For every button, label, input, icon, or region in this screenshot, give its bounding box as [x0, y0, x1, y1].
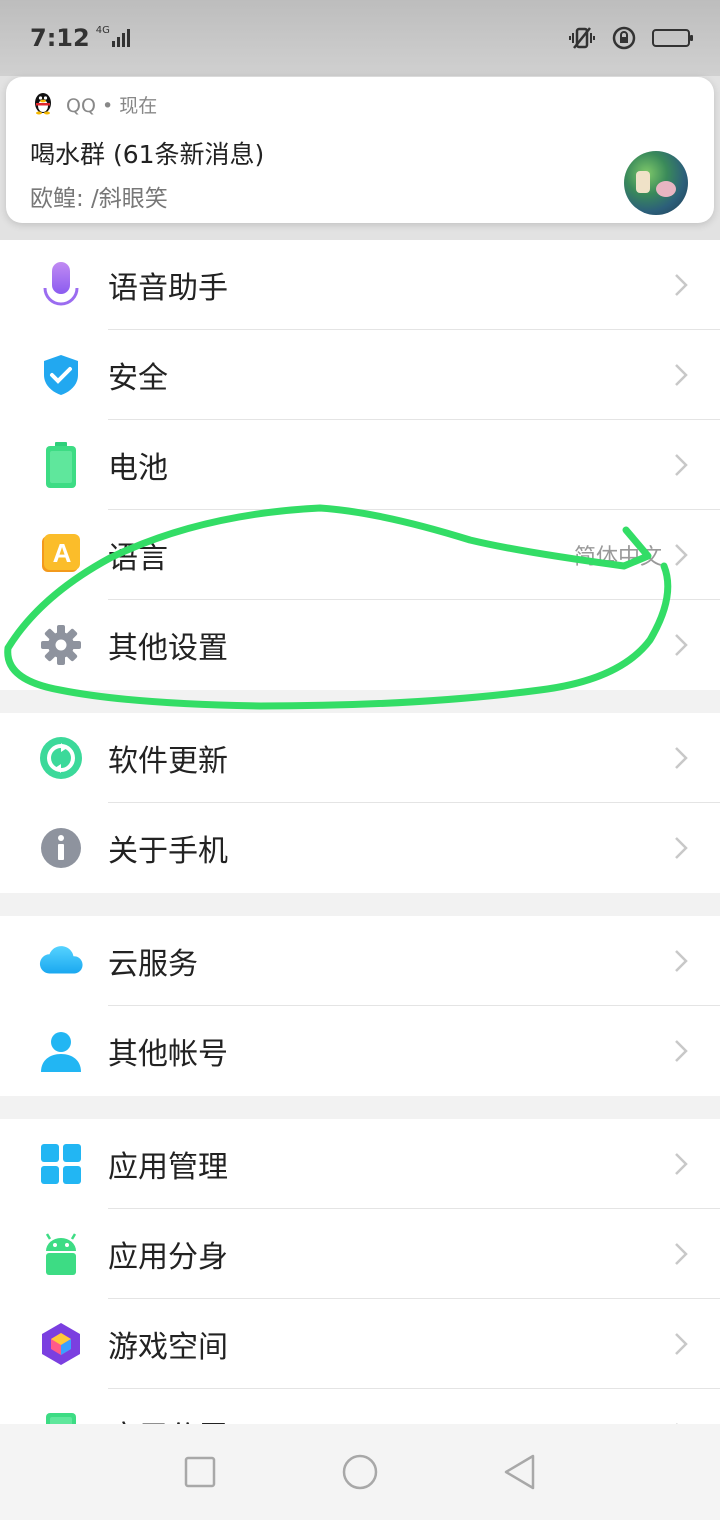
setting-label: 云服务: [108, 947, 198, 982]
settings-group-accounts: 云服务 其他帐号: [0, 916, 720, 1096]
network-type: 4G: [95, 24, 110, 36]
setting-value: 简体中文: [573, 545, 662, 570]
setting-label: 关于手机: [108, 834, 228, 869]
chevron-right-icon: [675, 634, 688, 656]
setting-label: 语言: [108, 541, 168, 576]
setting-label: 语音助手: [108, 271, 228, 306]
setting-about-phone[interactable]: 关于手机: [0, 803, 720, 893]
app-grid-icon: [38, 1141, 84, 1187]
setting-battery[interactable]: 电池: [0, 420, 720, 510]
chevron-right-icon: [675, 274, 688, 296]
language-a-icon: A: [38, 532, 84, 578]
chevron-right-icon: [675, 747, 688, 769]
svg-text:A: A: [53, 538, 72, 568]
game-cube-icon: [38, 1321, 84, 1367]
rotation-lock-icon: [610, 24, 638, 52]
settings-group-system: 语音助手 安全 电池 A 语言 简体中文 其他设置: [0, 240, 720, 690]
setting-app-management[interactable]: 应用管理: [0, 1119, 720, 1209]
notification-avatar: [624, 151, 688, 215]
setting-label: 安全: [108, 361, 168, 396]
battery-green-icon: [38, 442, 84, 488]
gear-icon: [38, 622, 84, 668]
home-circle-icon[interactable]: [338, 1450, 382, 1494]
setting-software-update[interactable]: 软件更新: [0, 713, 720, 803]
setting-label: 软件更新: [108, 744, 228, 779]
update-icon: [38, 735, 84, 781]
chevron-right-icon: [675, 950, 688, 972]
vibrate-icon: [568, 24, 596, 52]
setting-label: 其他帐号: [108, 1037, 228, 1072]
chevron-right-icon: [675, 454, 688, 476]
status-bar: 7:12 4G: [0, 0, 720, 76]
settings-group-apps: 应用管理 应用分身 游戏空间 应用分屏: [0, 1119, 720, 1424]
status-icons: [568, 24, 693, 52]
recents-square-icon[interactable]: [178, 1450, 222, 1494]
chevron-right-icon: [675, 837, 688, 859]
setting-voice-assistant[interactable]: 语音助手: [0, 240, 720, 330]
setting-other-settings[interactable]: 其他设置: [0, 600, 720, 690]
setting-cloud-service[interactable]: 云服务: [0, 916, 720, 1006]
notification-title: 喝水群 (61条新消息): [30, 140, 265, 169]
chevron-right-icon: [675, 1040, 688, 1062]
setting-label: 游戏空间: [108, 1330, 228, 1365]
cloud-icon: [38, 938, 84, 984]
navigation-bar: [0, 1424, 720, 1520]
setting-label: 电池: [108, 451, 168, 486]
battery-icon: [652, 29, 693, 47]
split-screen-icon: [38, 1411, 84, 1424]
notification-body: 欧鳇: /斜眼笑: [30, 186, 168, 212]
person-icon: [38, 1028, 84, 1074]
settings-group-phone: 软件更新 关于手机: [0, 713, 720, 893]
notification-app-name: QQ • 现在: [66, 94, 158, 117]
chevron-right-icon: [675, 1153, 688, 1175]
notification-header: QQ • 现在: [30, 91, 690, 117]
qq-notification[interactable]: QQ • 现在 喝水群 (61条新消息) 欧鳇: /斜眼笑: [6, 77, 714, 223]
setting-label: 应用分身: [108, 1240, 228, 1275]
chevron-right-icon: [675, 364, 688, 386]
signal-icon: [111, 29, 130, 47]
setting-label: 应用管理: [108, 1150, 228, 1185]
setting-game-space[interactable]: 游戏空间: [0, 1299, 720, 1389]
setting-app-clone[interactable]: 应用分身: [0, 1209, 720, 1299]
qq-penguin-icon: [30, 89, 56, 119]
setting-other-accounts[interactable]: 其他帐号: [0, 1006, 720, 1096]
shield-check-icon: [38, 352, 84, 398]
back-triangle-icon[interactable]: [498, 1450, 542, 1494]
info-icon: [38, 825, 84, 871]
microphone-icon: [38, 262, 84, 308]
chevron-right-icon: [675, 1333, 688, 1355]
chevron-right-icon: [675, 544, 688, 566]
setting-split-screen[interactable]: 应用分屏: [0, 1389, 720, 1424]
status-time: 7:12: [30, 24, 90, 52]
android-clone-icon: [38, 1231, 84, 1277]
setting-language[interactable]: A 语言 简体中文: [0, 510, 720, 600]
chevron-right-icon: [675, 1243, 688, 1265]
setting-security[interactable]: 安全: [0, 330, 720, 420]
setting-label: 其他设置: [108, 631, 228, 666]
setting-label: 应用分屏: [108, 1412, 228, 1424]
